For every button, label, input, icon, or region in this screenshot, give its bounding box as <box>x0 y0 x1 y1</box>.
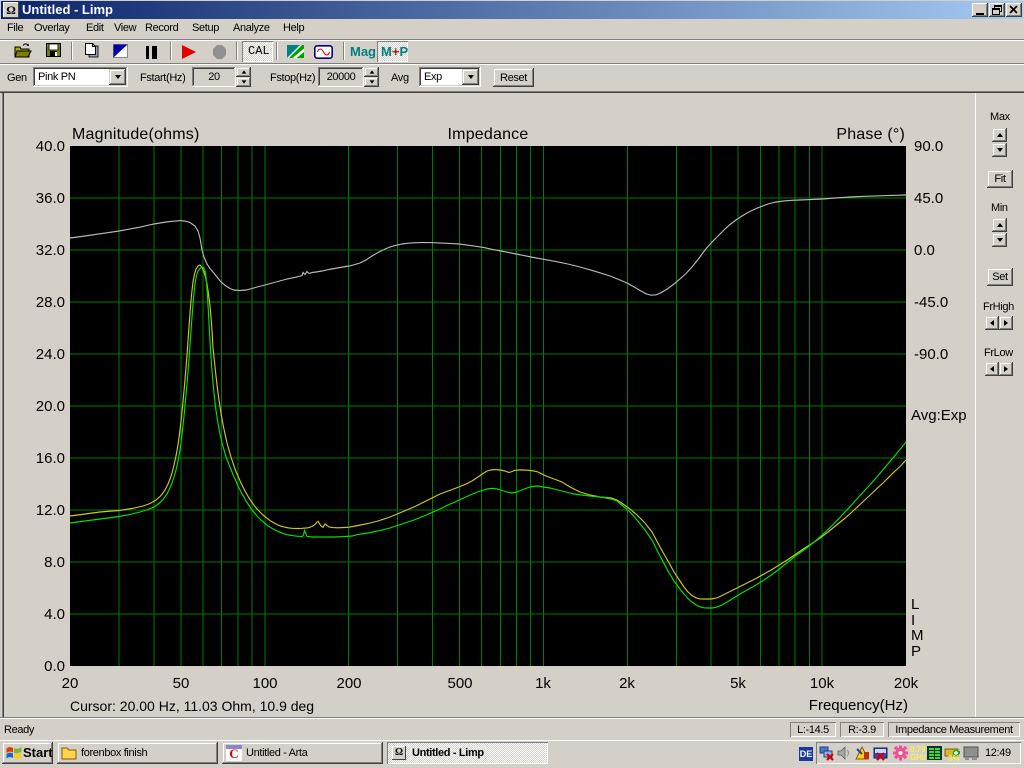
svg-text:GHz: GHz <box>910 753 926 762</box>
svg-text:3%: 3% <box>948 754 960 762</box>
svg-text:C: C <box>229 746 238 761</box>
